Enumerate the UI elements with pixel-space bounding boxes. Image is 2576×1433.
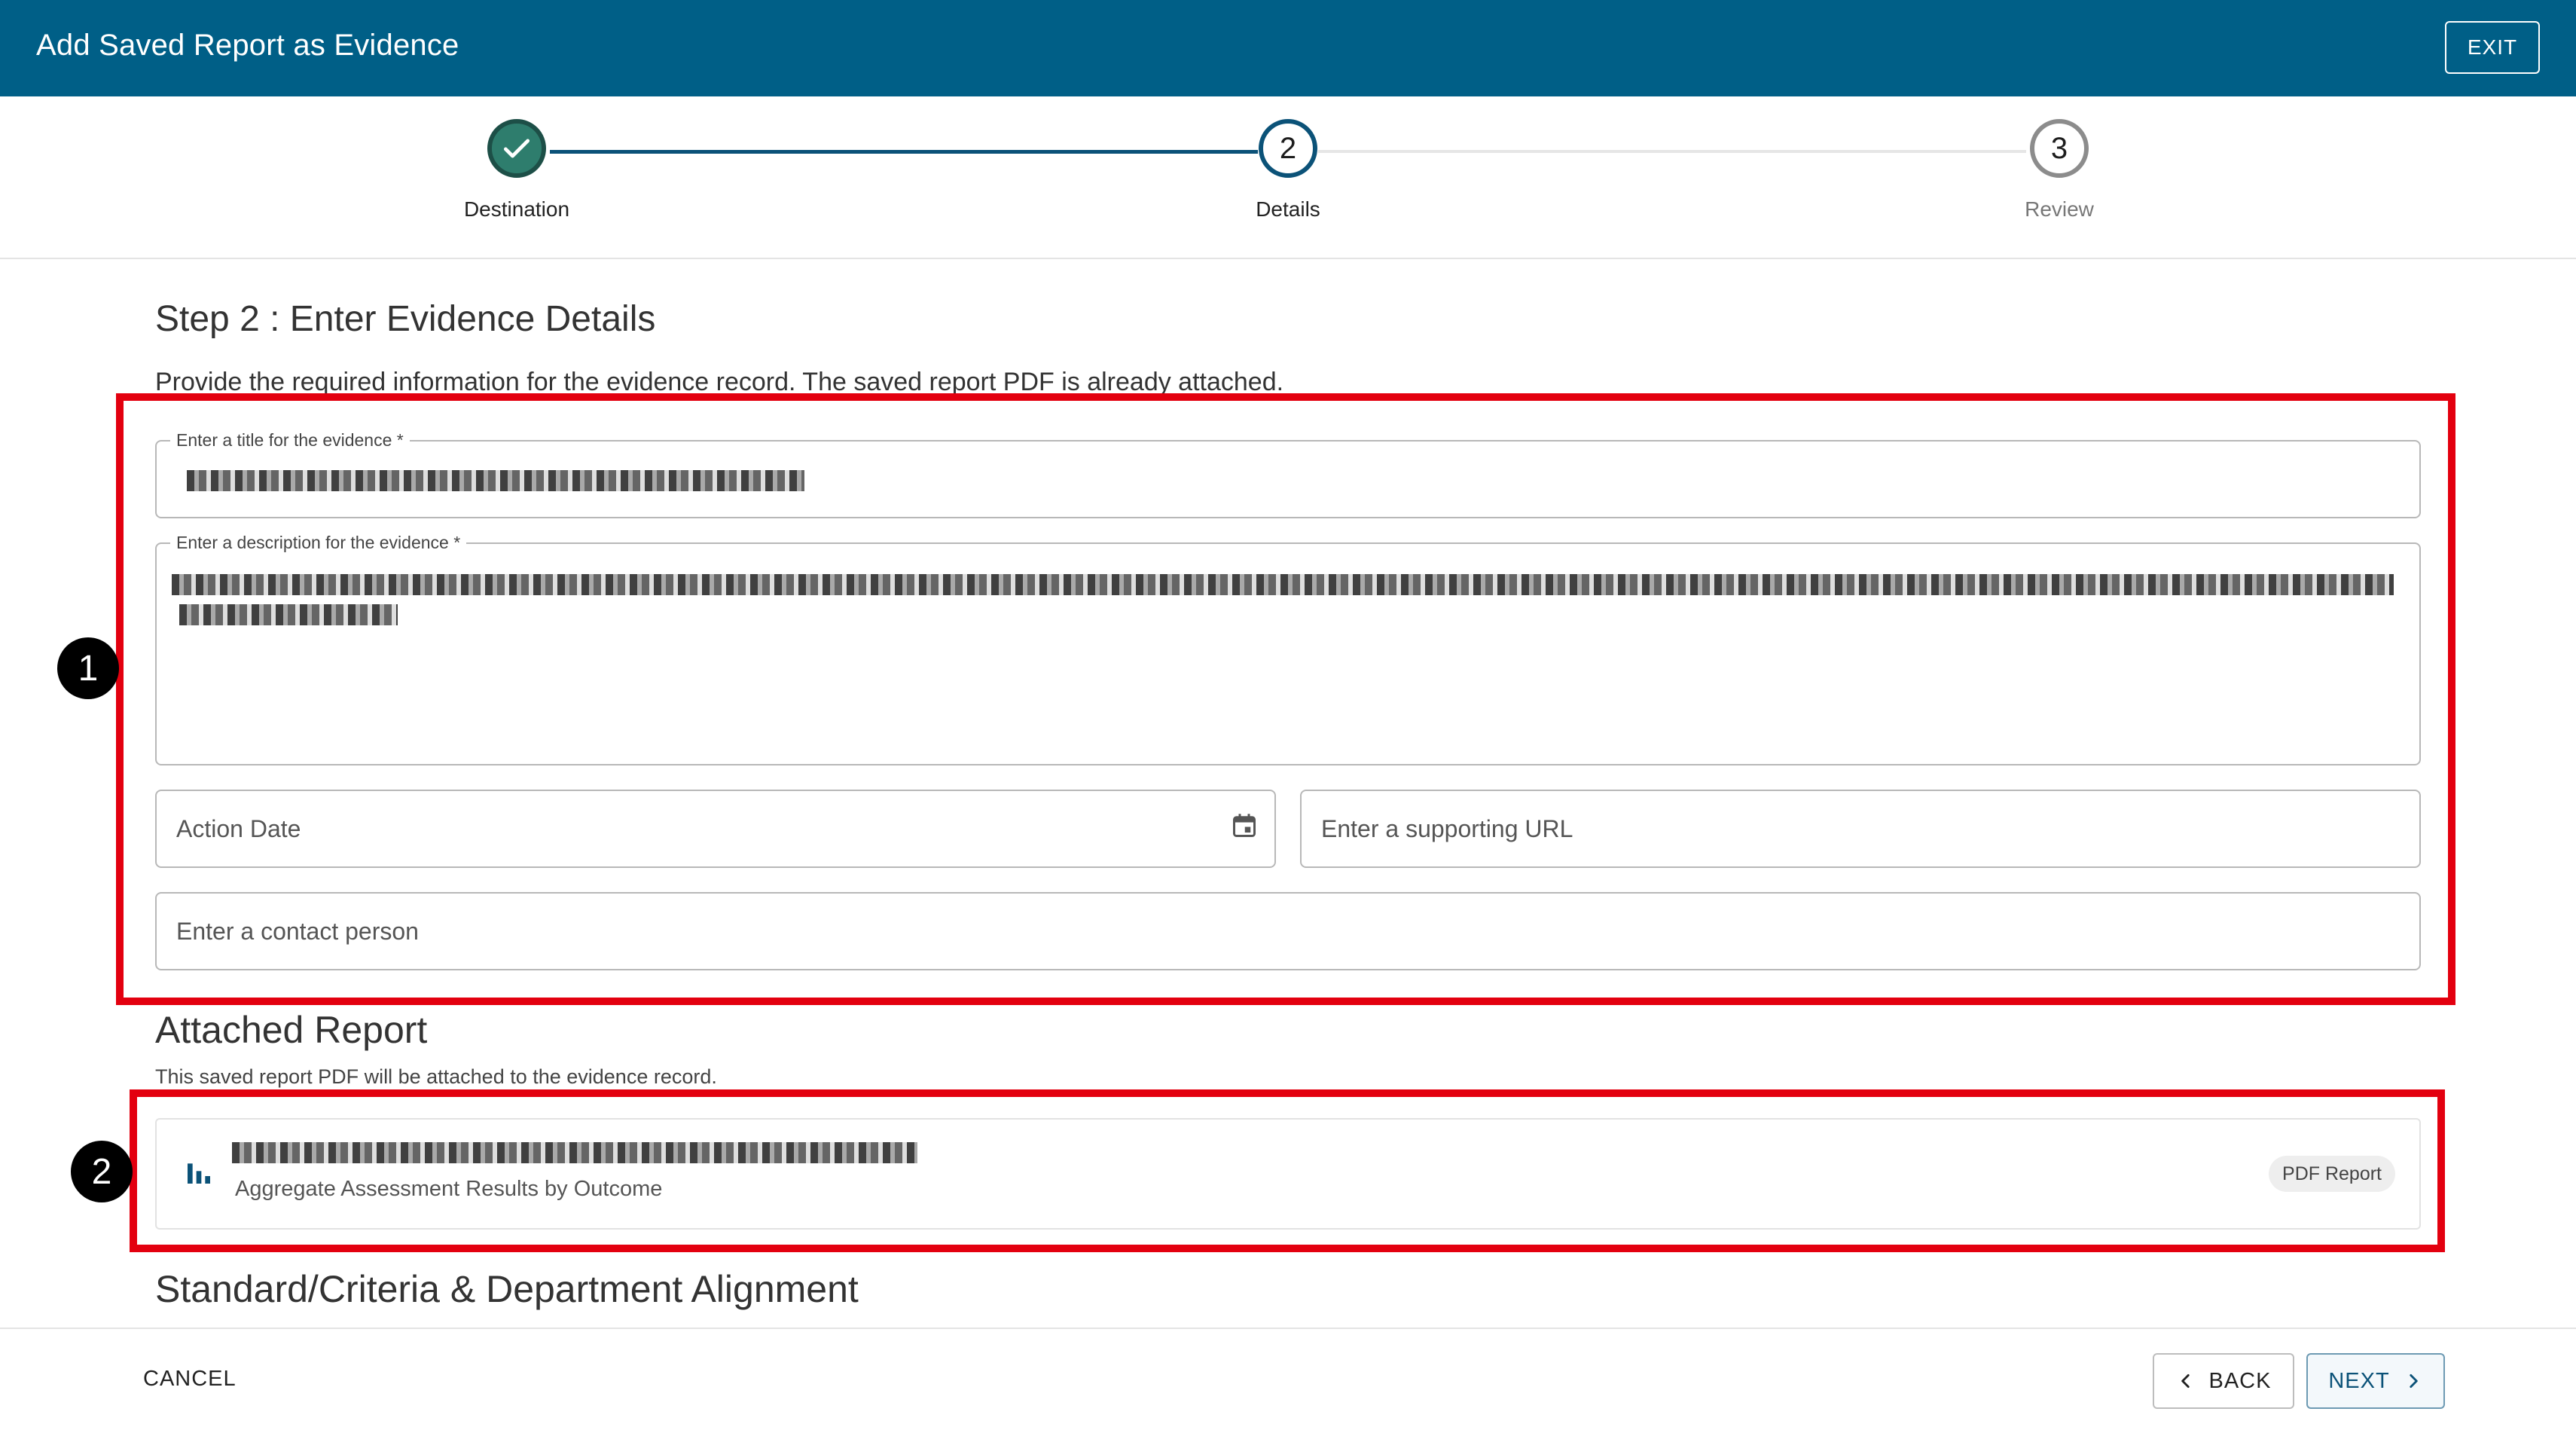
annotation-number: 1 xyxy=(57,637,119,699)
cancel-button[interactable]: CANCEL xyxy=(143,1367,237,1392)
annotation-box-2 xyxy=(130,1089,2445,1252)
page-title: Add Saved Report as Evidence xyxy=(36,29,459,62)
back-button[interactable]: BACK xyxy=(2153,1353,2294,1409)
chevron-left-icon xyxy=(2181,1374,2190,1388)
form-heading: Step 2 : Enter Evidence Details xyxy=(155,299,656,339)
footer-bar: CANCEL BACK NEXT xyxy=(0,1328,2576,1433)
attached-report-note: This saved report PDF will be attached t… xyxy=(155,1065,717,1088)
step-label: Details xyxy=(1256,197,1320,221)
app-header: Add Saved Report as Evidence EXIT xyxy=(0,0,2576,96)
step-destination[interactable]: Destination xyxy=(366,119,667,222)
annotation-number: 2 xyxy=(71,1141,133,1202)
step-details[interactable]: 2 Details xyxy=(1137,119,1439,222)
check-icon xyxy=(487,119,546,178)
alignment-heading: Standard/Criteria & Department Alignment xyxy=(155,1268,859,1310)
annotation-box-1 xyxy=(116,393,2455,1005)
step-label: Review xyxy=(2025,197,2094,221)
next-label: NEXT xyxy=(2328,1368,2390,1393)
progress-stepper: Destination 2 Details 3 Review xyxy=(0,96,2576,259)
back-label: BACK xyxy=(2208,1368,2272,1393)
next-button[interactable]: NEXT xyxy=(2306,1353,2445,1409)
step-review[interactable]: 3 Review xyxy=(1909,119,2210,222)
chevron-right-icon xyxy=(2410,1374,2418,1388)
attached-report-heading: Attached Report xyxy=(155,1009,428,1051)
step-number: 3 xyxy=(2030,119,2089,178)
step-label: Destination xyxy=(463,197,570,221)
exit-button[interactable]: EXIT xyxy=(2445,21,2540,74)
step-number: 2 xyxy=(1259,119,1317,178)
